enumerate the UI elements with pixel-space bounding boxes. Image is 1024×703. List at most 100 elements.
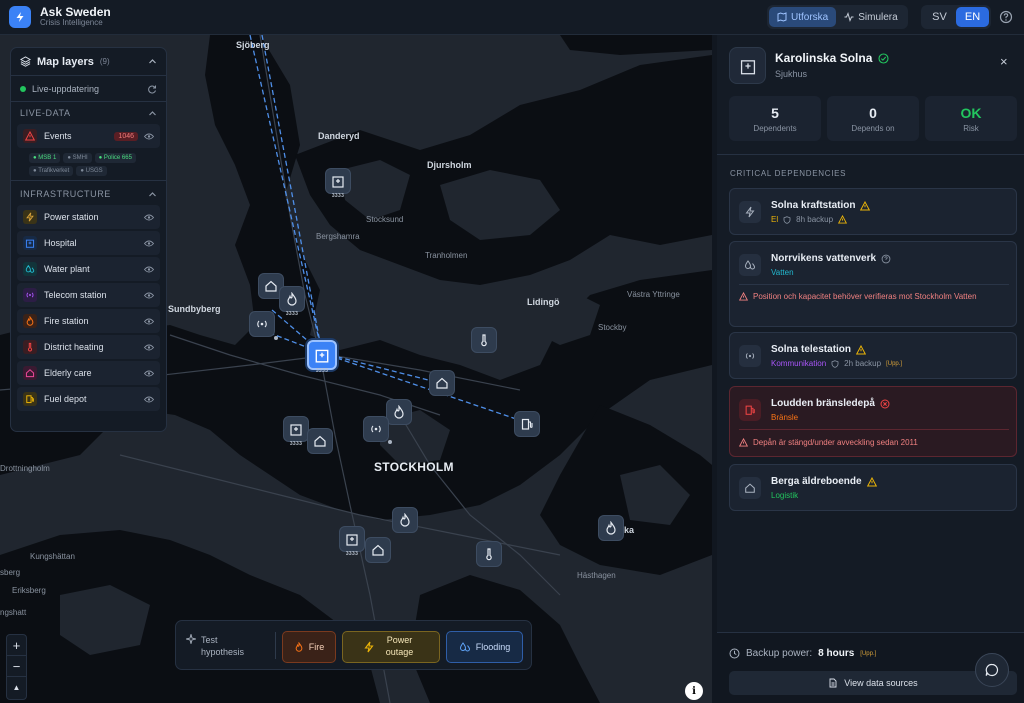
warning-text: Depån är stängd/under avveckling sedan 2… [753,438,918,447]
eye-icon[interactable] [144,370,154,377]
compass-button[interactable]: ▲ [7,677,26,698]
dependency-category: Bränsle [771,413,799,422]
map-pin-elderly-care-2[interactable] [429,370,455,396]
lang-sv-button[interactable]: SV [923,7,956,27]
warning-icon [739,292,748,301]
dependency-backup: 2h backup [844,359,882,368]
eye-icon[interactable] [144,396,154,403]
mode-simulate-button[interactable]: Simulera [836,7,905,27]
stat-dependents: 5 Dependents [729,96,821,141]
hypothesis-bar: Test hypothesis Fire Power outage Floodi… [175,620,532,670]
backup-power-value: 8 hours [818,648,855,659]
sparkle-icon [186,634,196,644]
layer-row-hospital[interactable]: Hospital [17,231,160,255]
map-pin-selected-hospital[interactable]: 3333 [307,340,337,374]
antenna-icon [371,425,381,433]
dependency-warning: Depån är stängd/under avveckling sedan 2… [739,437,1007,449]
map-event-dot[interactable] [388,440,392,444]
dependency-meta: Vatten [771,268,794,277]
place-lidingo: Lidingö [527,297,560,307]
hospital-icon [346,534,358,546]
help-icon[interactable] [999,10,1013,24]
pin-tag: 3333 [315,368,329,374]
warning-icon [866,476,877,486]
map-event-dot[interactable] [274,336,278,340]
source-chip-police[interactable]: ● Police 665 [94,153,136,163]
dependency-category: El [771,215,779,224]
eye-icon[interactable] [144,240,154,247]
layer-row-district-heating[interactable]: District heating [17,335,160,359]
map-pin-fire-station-2[interactable] [386,399,412,425]
stat-label: Depends on [851,124,895,133]
event-source-chips: ● MSB 1 ● SMHI ● Police 665 ● Trafikverk… [11,150,166,181]
refresh-icon[interactable] [147,84,157,94]
infrastructure-section-header[interactable]: INFRASTRUCTURE [11,183,166,205]
zoom-out-button[interactable]: − [7,656,26,677]
close-icon[interactable]: × [1000,54,1008,69]
layer-row-elderly-care[interactable]: Elderly care [17,361,160,385]
source-chip-smhi[interactable]: ● SMHI [63,153,92,163]
map-pin-elderly-care-4[interactable] [365,537,391,563]
map-pin-telecom-2[interactable] [363,416,389,442]
layer-label: Fire station [44,316,89,326]
dependency-card-water[interactable]: Norrvikens vattenverk Vatten Position oc… [729,241,1017,327]
eye-icon[interactable] [144,214,154,221]
eye-icon[interactable] [144,266,154,273]
view-data-sources-button[interactable]: View data sources [729,671,1017,695]
fuel-pump-icon [23,392,37,406]
dependency-meta: Kommunikation 2h backup [Upp.] [771,359,902,368]
hypothesis-power-button[interactable]: Power outage [342,631,440,663]
place-danderyd: Danderyd [318,131,360,141]
stat-label: Dependents [753,124,797,133]
layer-row-water-plant[interactable]: Water plant [17,257,160,281]
map-pin-fuel-depot[interactable] [514,411,540,437]
layer-row-fire-station[interactable]: Fire station [17,309,160,333]
map-pin-fire-station-4[interactable] [598,515,624,541]
layer-row-events[interactable]: Events 1046 [17,124,160,148]
hospital-icon [332,176,344,188]
source-chip-usgs[interactable]: ● USGS [76,166,107,176]
map-pin-hospital-2[interactable]: 3333 [283,416,309,447]
map-pin-hospital[interactable]: 3333 [325,168,351,199]
layer-label: Fuel depot [44,394,87,404]
hypothesis-flooding-button[interactable]: Flooding [446,631,523,663]
dependency-card-telecom[interactable]: Solna telestation Kommunikation 2h backu… [729,332,1017,379]
mode-explore-button[interactable]: Utforska [769,7,837,27]
map-info-button[interactable]: i [685,682,703,700]
dependency-card-power[interactable]: Solna kraftstation El 8h backup [729,188,1017,235]
map-pin-district-heating[interactable] [471,327,497,353]
layers-header[interactable]: Map layers (9) [11,48,166,76]
layer-row-power-station[interactable]: Power station [17,205,160,229]
live-update-label: Live-uppdatering [32,83,100,94]
map-pin-elderly-care-3[interactable] [307,428,333,454]
mode-explore-label: Utforska [791,11,829,23]
chat-button[interactable] [975,653,1009,687]
lang-en-button[interactable]: EN [956,7,989,27]
dependency-category: Vatten [771,268,794,277]
home-icon [739,477,761,499]
live-data-section-header[interactable]: LIVE-DATA [11,102,166,124]
map-pin-telecom[interactable] [249,311,275,337]
dependency-card-fuel[interactable]: Loudden bränsledepå Bränsle Depån är stä… [729,386,1017,457]
map-pin-fire-station[interactable]: 3333 [279,286,305,317]
eye-icon[interactable] [144,344,154,351]
top-bar: Ask Sweden Crisis Intelligence Utforska … [0,0,1024,35]
map-pin-hospital-3[interactable]: 3333 [339,526,365,557]
hypothesis-fire-button[interactable]: Fire [282,631,336,663]
eye-icon[interactable] [144,318,154,325]
chevron-up-icon[interactable] [148,57,157,66]
dependency-name-row: Solna telestation [771,344,867,355]
eye-icon[interactable] [144,292,154,299]
source-chip-msb[interactable]: ● MSB 1 [29,153,61,163]
layer-row-fuel-depot[interactable]: Fuel depot [17,387,160,411]
dependency-card-elderly[interactable]: Berga äldreboende Logistik [729,464,1017,511]
live-update-row[interactable]: Live-uppdatering [11,76,166,102]
source-chip-trafikverket[interactable]: ● Trafikverket [29,166,74,176]
zoom-in-button[interactable]: + [7,635,26,656]
eye-icon[interactable] [144,133,154,140]
chat-bubble-icon [985,663,999,677]
layer-row-telecom[interactable]: Telecom station [17,283,160,307]
hypothesis-flooding-label: Flooding [475,642,511,652]
map-pin-district-heating-2[interactable] [476,541,502,567]
map-pin-fire-station-3[interactable] [392,507,418,533]
